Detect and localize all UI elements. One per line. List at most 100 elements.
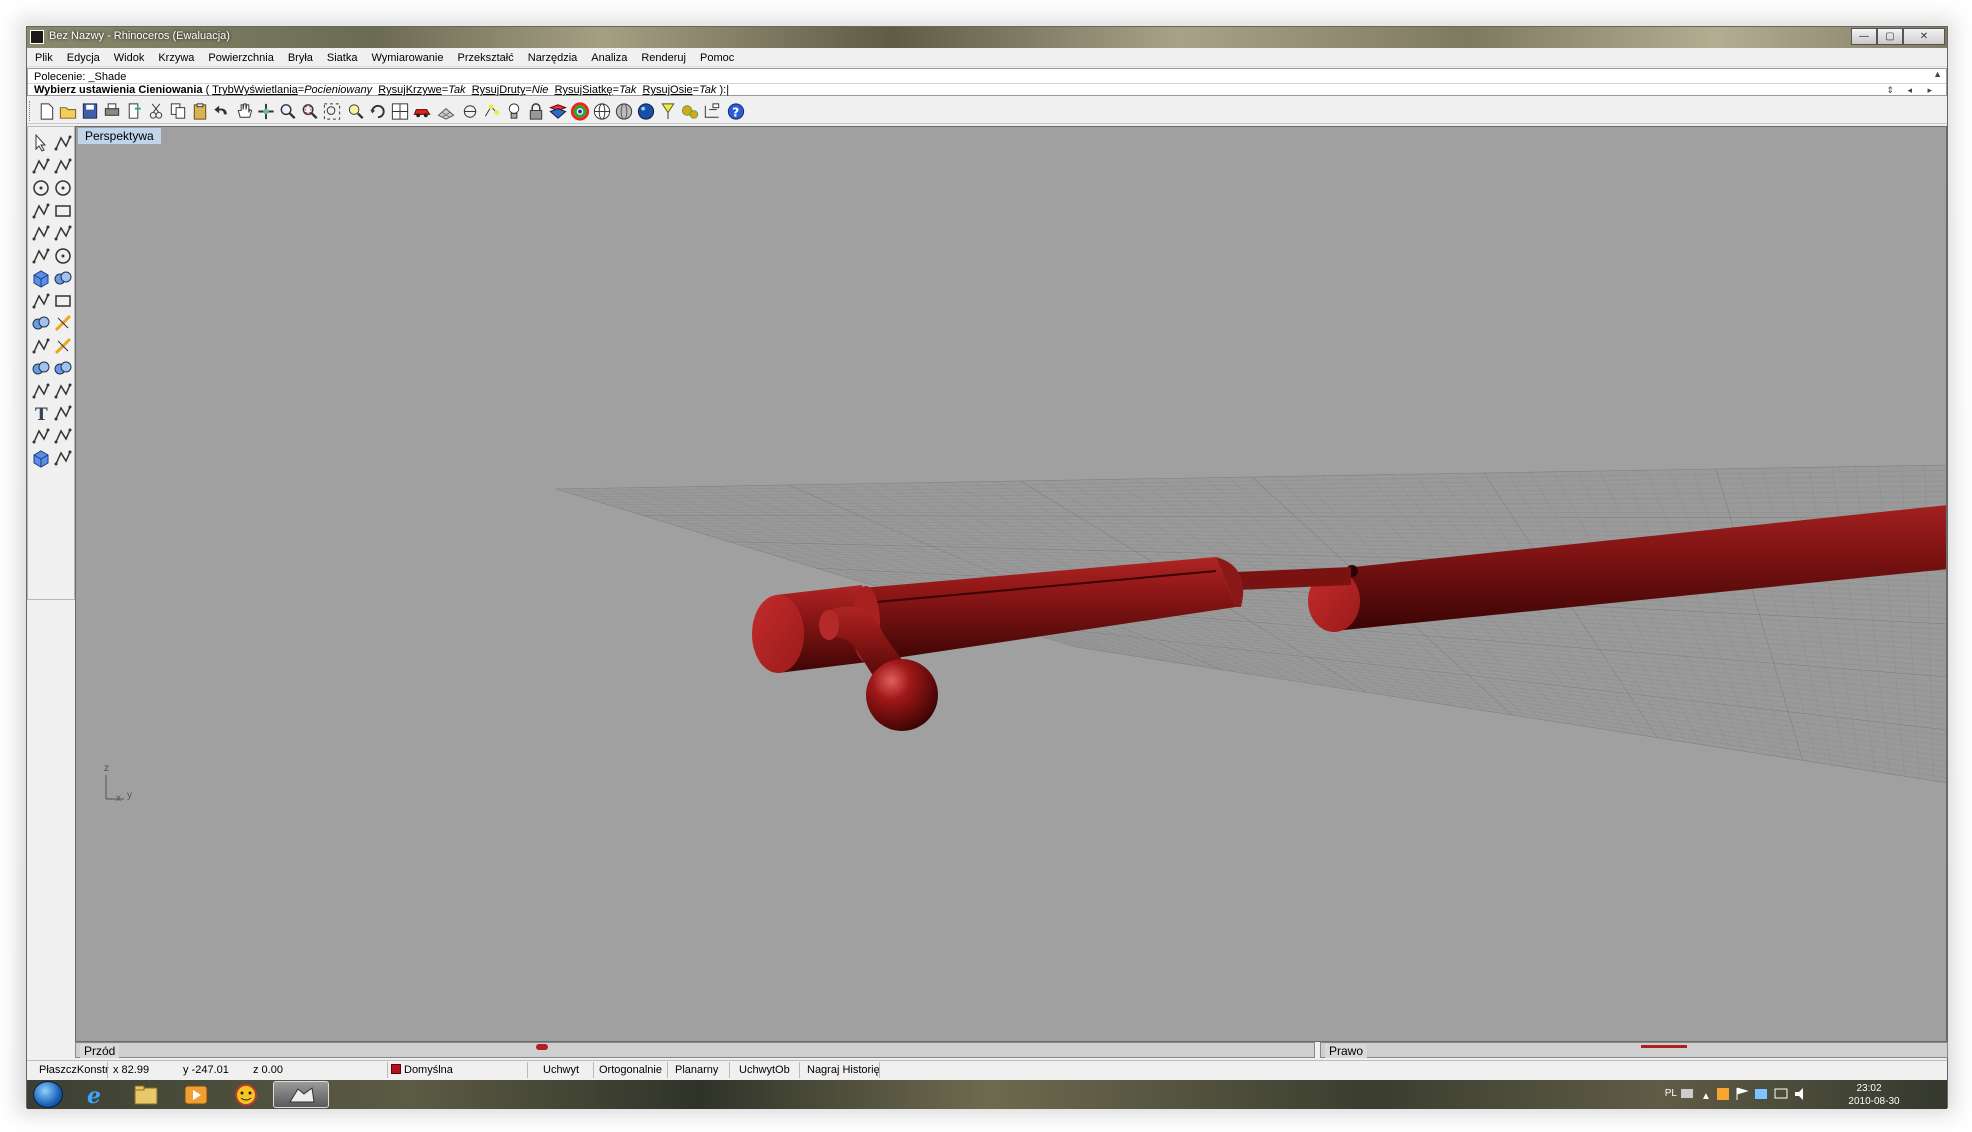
viewport-layout-icon[interactable] bbox=[389, 101, 411, 122]
ungroup-icon[interactable] bbox=[52, 357, 74, 379]
box-solid-icon[interactable] bbox=[30, 267, 52, 289]
command-line[interactable]: Wybierz ustawienia Cieniowania ( TrybWyś… bbox=[28, 83, 1946, 97]
option-key[interactable]: RysujSiatkę bbox=[555, 84, 613, 96]
menu-powierzchnia[interactable]: Powierzchnia bbox=[200, 49, 279, 68]
model-sphere[interactable] bbox=[866, 659, 938, 731]
media-player-icon[interactable] bbox=[173, 1081, 219, 1108]
dimension-icon[interactable] bbox=[701, 101, 723, 122]
explode-icon[interactable] bbox=[52, 312, 74, 334]
rectangle-icon[interactable] bbox=[52, 200, 74, 222]
offset-curve-icon[interactable] bbox=[30, 380, 52, 402]
light-bulb-icon[interactable] bbox=[503, 101, 525, 122]
blend-curve-icon[interactable] bbox=[52, 380, 74, 402]
menu-krzywa[interactable]: Krzywa bbox=[150, 49, 200, 68]
surface-icon[interactable] bbox=[30, 245, 52, 267]
group-icon[interactable] bbox=[30, 357, 52, 379]
toggle-osnap[interactable]: UchwytOb bbox=[739, 1064, 790, 1076]
current-layer[interactable]: Domyślna bbox=[391, 1064, 453, 1076]
right-viewport[interactable]: Prawo bbox=[1320, 1042, 1948, 1058]
option-key[interactable]: TrybWyświetlania bbox=[212, 84, 298, 96]
paste-icon[interactable] bbox=[189, 101, 211, 122]
ellipse-icon[interactable] bbox=[52, 177, 74, 199]
maximize-button[interactable]: ▢ bbox=[1877, 28, 1903, 45]
option-key[interactable]: RysujOsie bbox=[643, 84, 693, 96]
tray-icons[interactable]: ▲ bbox=[1679, 1086, 1829, 1104]
mesh-icon[interactable] bbox=[30, 447, 52, 469]
open-folder-icon[interactable] bbox=[57, 101, 79, 122]
option-key[interactable]: RysujKrzywe bbox=[378, 84, 442, 96]
title-bar[interactable]: Bez Nazwy - Rhinoceros (Ewaluacja) — ▢ ✕ bbox=[27, 27, 1947, 48]
menu-siatka[interactable]: Siatka bbox=[319, 49, 364, 68]
split-icon[interactable] bbox=[52, 335, 74, 357]
arc-icon[interactable] bbox=[30, 222, 52, 244]
toggle-record-history[interactable]: Nagraj Historię bbox=[807, 1064, 880, 1076]
menu-bryla[interactable]: Bryła bbox=[280, 49, 319, 68]
revolve-icon[interactable] bbox=[52, 245, 74, 267]
scale-icon[interactable] bbox=[52, 402, 74, 424]
grid-snap-icon[interactable] bbox=[435, 101, 457, 122]
trim-icon[interactable] bbox=[30, 335, 52, 357]
rotate-view-icon[interactable] bbox=[255, 101, 277, 122]
print-icon[interactable] bbox=[101, 101, 123, 122]
toggle-planar[interactable]: Planarny bbox=[675, 1064, 718, 1076]
object-snap-icon[interactable] bbox=[481, 101, 503, 122]
internet-explorer-icon[interactable]: e bbox=[73, 1081, 119, 1109]
shaded-sphere-icon[interactable] bbox=[613, 101, 635, 122]
car-render-icon[interactable] bbox=[411, 101, 433, 122]
toolbar-grip[interactable] bbox=[29, 101, 32, 121]
scroll-right-icon[interactable]: ▸ bbox=[1927, 85, 1932, 96]
rhino-app-icon[interactable] bbox=[30, 30, 44, 44]
plane-surface-icon[interactable] bbox=[52, 290, 74, 312]
zoom-window-icon[interactable] bbox=[299, 101, 321, 122]
perspective-viewport[interactable]: z x y Perspektywa bbox=[75, 126, 1947, 1042]
menu-pomoc[interactable]: Pomoc bbox=[692, 49, 740, 68]
option-key[interactable]: RysujDruty bbox=[472, 84, 526, 96]
front-viewport[interactable]: Przód bbox=[75, 1042, 1315, 1058]
zoom-selected-icon[interactable] bbox=[345, 101, 367, 122]
zoom-icon[interactable] bbox=[277, 101, 299, 122]
new-file-icon[interactable] bbox=[35, 101, 57, 122]
menu-przeksztalc[interactable]: Przekształć bbox=[450, 49, 520, 68]
model-left-cylinder-cap[interactable] bbox=[752, 595, 804, 673]
curve-control-icon[interactable] bbox=[52, 155, 74, 177]
messenger-icon[interactable] bbox=[223, 1081, 269, 1108]
cut-icon[interactable] bbox=[145, 101, 167, 122]
polyline-open-icon[interactable] bbox=[30, 200, 52, 222]
layer-icon[interactable] bbox=[547, 101, 569, 122]
solid-tools-icon[interactable] bbox=[30, 312, 52, 334]
zoom-extents-icon[interactable] bbox=[321, 101, 343, 122]
point-snap-icon[interactable] bbox=[459, 101, 481, 122]
history-scroll-up-icon[interactable]: ▲ bbox=[1933, 69, 1942, 79]
start-button[interactable] bbox=[33, 1081, 63, 1108]
analyze-icon[interactable] bbox=[52, 425, 74, 447]
help-icon[interactable]: ? bbox=[725, 101, 747, 122]
boolean-union-icon[interactable] bbox=[52, 267, 74, 289]
cylinder-icon[interactable] bbox=[30, 290, 52, 312]
viewport-title[interactable]: Perspektywa bbox=[78, 128, 161, 144]
rotate-icon[interactable] bbox=[367, 101, 389, 122]
circle-icon[interactable] bbox=[30, 177, 52, 199]
point-icon[interactable] bbox=[52, 132, 74, 154]
fillet-curve-icon[interactable] bbox=[52, 222, 74, 244]
menu-narzedzia[interactable]: Narzędzia bbox=[520, 49, 584, 68]
rendered-sphere-icon[interactable] bbox=[635, 101, 657, 122]
menu-widok[interactable]: Widok bbox=[106, 49, 151, 68]
toggle-ortho[interactable]: Ortogonalnie bbox=[599, 1064, 662, 1076]
menu-edycja[interactable]: Edycja bbox=[59, 49, 106, 68]
menu-plik[interactable]: Plik bbox=[27, 49, 59, 68]
file-explorer-icon[interactable] bbox=[123, 1081, 169, 1108]
clock-time[interactable]: 23:02 bbox=[1839, 1083, 1899, 1094]
wireframe-sphere-icon[interactable] bbox=[591, 101, 613, 122]
front-viewport-title[interactable]: Przód bbox=[80, 1044, 120, 1058]
render-light-icon[interactable] bbox=[657, 101, 679, 122]
export-icon[interactable] bbox=[123, 101, 145, 122]
lock-icon[interactable] bbox=[525, 101, 547, 122]
menu-renderuj[interactable]: Renderuj bbox=[633, 49, 692, 68]
text-icon[interactable]: T bbox=[30, 402, 52, 425]
right-viewport-title[interactable]: Prawo bbox=[1325, 1044, 1368, 1058]
pan-hand-icon[interactable] bbox=[233, 101, 255, 122]
undo-icon[interactable] bbox=[211, 101, 233, 122]
polyline-icon[interactable] bbox=[30, 155, 52, 177]
save-icon[interactable] bbox=[79, 101, 101, 122]
select-arrow-icon[interactable] bbox=[30, 132, 52, 154]
